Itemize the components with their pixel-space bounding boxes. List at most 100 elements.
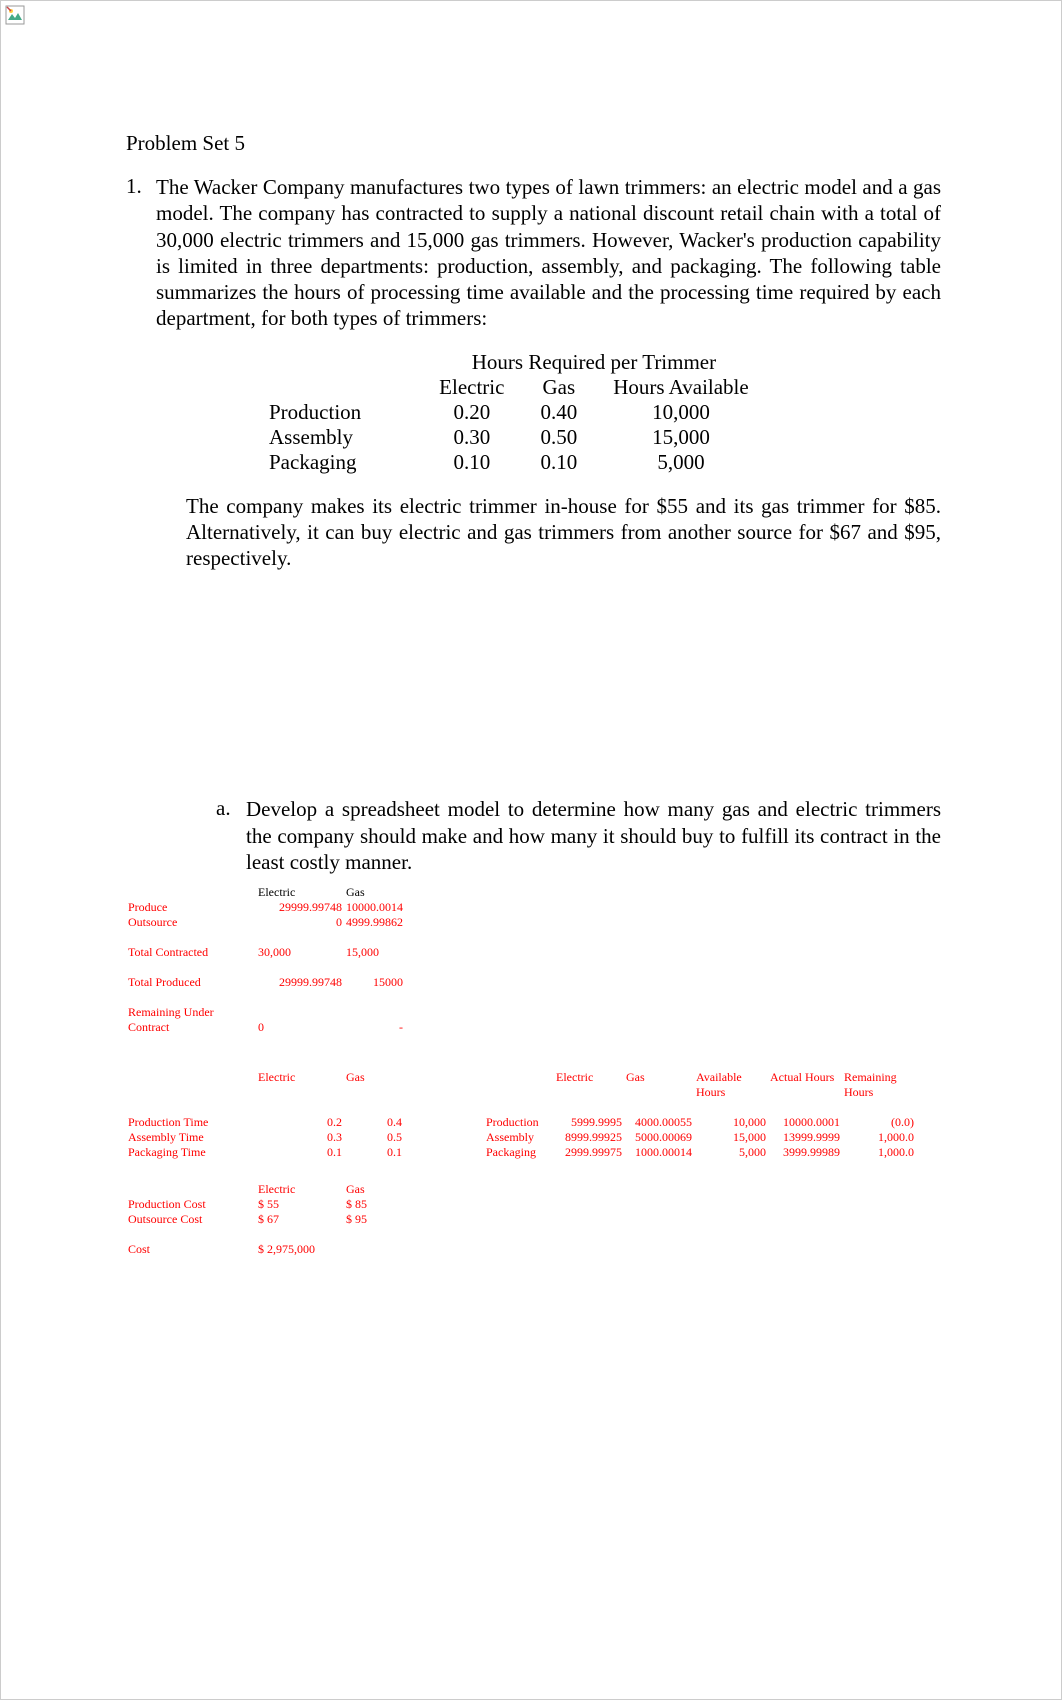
cell: 5,000 — [595, 450, 767, 475]
cell: 0.1 — [344, 1145, 404, 1160]
page-title: Problem Set 5 — [126, 131, 941, 156]
cell: Packaging — [484, 1145, 554, 1160]
cell: Production — [484, 1115, 554, 1130]
spreadsheet-produce-table: Electric Gas Produce 29999.99748 10000.0… — [126, 885, 405, 1035]
row-label: Production Time — [126, 1115, 256, 1130]
cell: 0 — [256, 1005, 344, 1035]
cell: $ 85 — [344, 1197, 404, 1212]
cell: 0.10 — [421, 450, 522, 475]
cell: 0.2 — [256, 1115, 344, 1130]
col-header: Electric — [256, 1182, 344, 1197]
cell: 0.50 — [522, 425, 595, 450]
cell: 0.40 — [522, 400, 595, 425]
col-gas-header: Gas — [344, 885, 405, 900]
cell: 1,000.0 — [842, 1145, 916, 1160]
cell: 13999.9999 — [768, 1130, 842, 1145]
row-label: Total Produced — [126, 975, 256, 990]
hours-required-table: Hours Required per Trimmer Electric Gas … — [251, 350, 767, 475]
broken-image-icon — [5, 5, 25, 25]
cell: 10,000 — [595, 400, 767, 425]
col-header: Available Hours — [694, 1070, 768, 1100]
cell: 0.10 — [522, 450, 595, 475]
problem-number: 1. — [126, 174, 156, 332]
spreadsheet-cost-table: Electric Gas Production Cost $ 55 $ 85 O… — [126, 1182, 404, 1257]
row-label: Production — [251, 400, 421, 425]
row-label: Assembly Time — [126, 1130, 256, 1145]
table-row: Cost $ 2,975,000 — [126, 1242, 404, 1257]
spreadsheet-time-table: Electric Gas Electric Gas Available Hour… — [126, 1070, 916, 1160]
table-row: Assembly 0.30 0.50 15,000 — [251, 425, 767, 450]
problem-text: The Wacker Company manufactures two type… — [156, 174, 941, 332]
cell: (0.0) — [842, 1115, 916, 1130]
cell: 10000.0014 — [344, 900, 405, 915]
table-row: Remaining Under Contract 0 - — [126, 1005, 405, 1035]
table-row: Packaging 0.10 0.10 5,000 — [251, 450, 767, 475]
table-row: Production Time 0.2 0.4 Production 5999.… — [126, 1115, 916, 1130]
sub-problem-text: Develop a spreadsheet model to determine… — [246, 796, 941, 875]
col-header: Electric — [554, 1070, 624, 1100]
col-header: Gas — [344, 1070, 404, 1100]
row-label: Total Contracted — [126, 945, 256, 960]
cell: 5000.00069 — [624, 1130, 694, 1145]
col-electric: Electric — [421, 375, 522, 400]
cell: 0.3 — [256, 1130, 344, 1145]
cell: 5,000 — [694, 1145, 768, 1160]
cell: - — [344, 1005, 405, 1035]
cell: $ 67 — [256, 1212, 344, 1227]
cell: 0.1 — [256, 1145, 344, 1160]
table-row: Assembly Time 0.3 0.5 Assembly 8999.9992… — [126, 1130, 916, 1145]
row-label: Production Cost — [126, 1197, 256, 1212]
table-header-span: Hours Required per Trimmer — [421, 350, 767, 375]
row-label: Assembly — [251, 425, 421, 450]
table-row: Production 0.20 0.40 10,000 — [251, 400, 767, 425]
cell: 0.5 — [344, 1130, 404, 1145]
cell: 4000.00055 — [624, 1115, 694, 1130]
table-row: Total Produced 29999.99748 15000 — [126, 975, 405, 990]
cell: 15,000 — [694, 1130, 768, 1145]
cell: 15000 — [344, 975, 405, 990]
table-row: Outsource Cost $ 67 $ 95 — [126, 1212, 404, 1227]
cell: 1000.00014 — [624, 1145, 694, 1160]
cell: 29999.99748 — [256, 975, 344, 990]
col-header: Electric — [256, 1070, 344, 1100]
cell: Assembly — [484, 1130, 554, 1145]
cost-value: $ 2,975,000 — [256, 1242, 344, 1257]
cell: 4999.99862 — [344, 915, 405, 930]
followup-paragraph: The company makes its electric trimmer i… — [186, 493, 941, 572]
row-label: Produce — [126, 900, 256, 915]
col-gas: Gas — [522, 375, 595, 400]
table-row: Production Cost $ 55 $ 85 — [126, 1197, 404, 1212]
cell: 0.20 — [421, 400, 522, 425]
col-header: Actual Hours — [768, 1070, 842, 1100]
col-header: Remaining Hours — [842, 1070, 916, 1100]
cell: 10,000 — [694, 1115, 768, 1130]
cell: 15,000 — [595, 425, 767, 450]
table-row: Outsource 0 4999.99862 — [126, 915, 405, 930]
cell: 5999.9995 — [554, 1115, 624, 1130]
cell: 30,000 — [256, 945, 344, 960]
col-electric-header: Electric — [256, 885, 344, 900]
cell: 8999.99925 — [554, 1130, 624, 1145]
table-row: Produce 29999.99748 10000.0014 — [126, 900, 405, 915]
col-hours-available: Hours Available — [595, 375, 767, 400]
cell: 0 — [256, 915, 344, 930]
cost-label: Cost — [126, 1242, 256, 1257]
cell: $ 95 — [344, 1212, 404, 1227]
row-label: Outsource — [126, 915, 256, 930]
cell: 10000.0001 — [768, 1115, 842, 1130]
cell: 1,000.0 — [842, 1130, 916, 1145]
cell: $ 55 — [256, 1197, 344, 1212]
col-header: Gas — [344, 1182, 404, 1197]
cell: 0.4 — [344, 1115, 404, 1130]
row-label: Packaging Time — [126, 1145, 256, 1160]
row-label: Remaining Under Contract — [126, 1005, 256, 1035]
table-row: Total Contracted 30,000 15,000 — [126, 945, 405, 960]
cell: 0.30 — [421, 425, 522, 450]
table-row: Packaging Time 0.1 0.1 Packaging 2999.99… — [126, 1145, 916, 1160]
cell: 2999.99975 — [554, 1145, 624, 1160]
sub-problem-letter: a. — [216, 796, 246, 875]
col-header: Gas — [624, 1070, 694, 1100]
row-label: Packaging — [251, 450, 421, 475]
cell: 29999.99748 — [256, 900, 344, 915]
cell: 3999.99989 — [768, 1145, 842, 1160]
